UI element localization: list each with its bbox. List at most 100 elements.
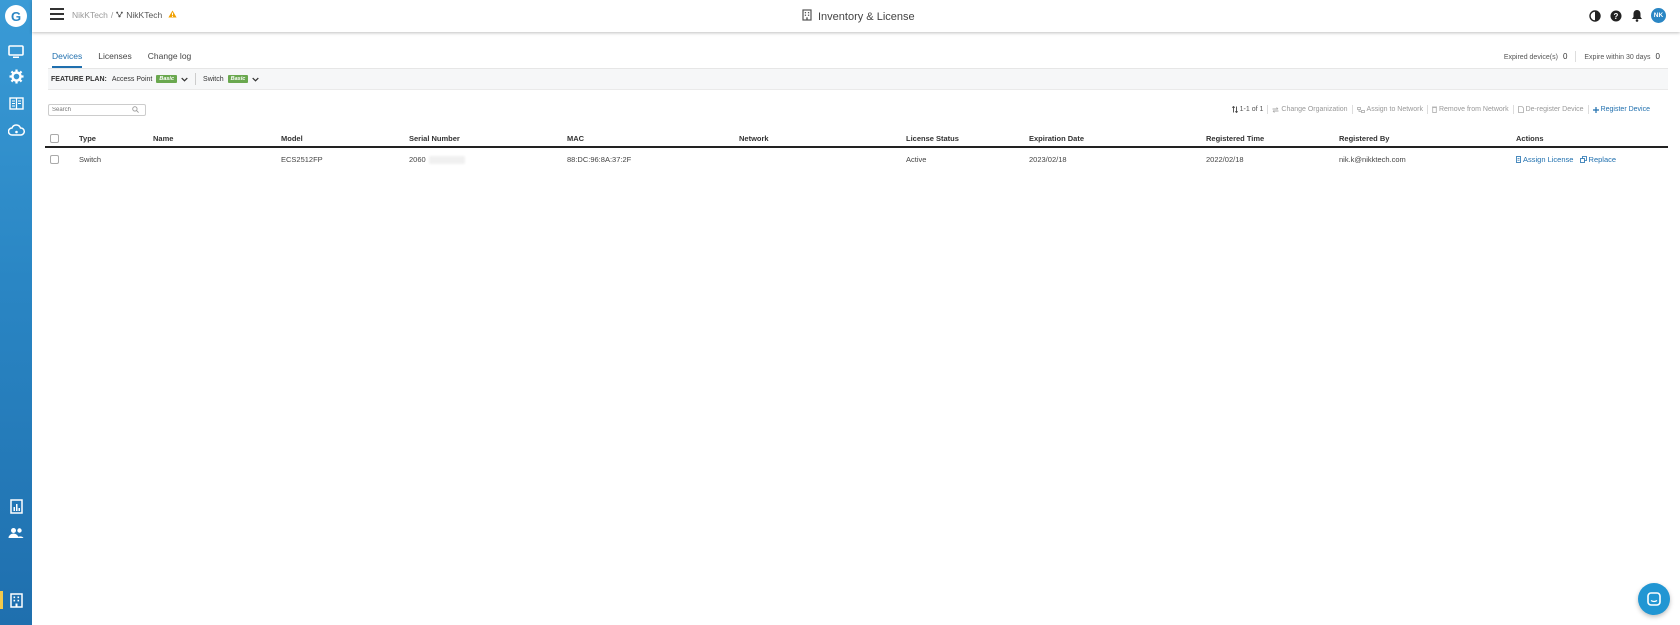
cell-actions: Assign License Replace xyxy=(1516,147,1668,171)
access-point-plan-badge: Basic xyxy=(156,75,178,83)
tab-licenses[interactable]: Licenses xyxy=(98,51,132,68)
sort-icon xyxy=(1231,106,1238,113)
logo-letter: G xyxy=(10,8,22,24)
expiry-summary: Expired device(s) 0 Expire within 30 days… xyxy=(1504,51,1660,62)
column-header-license-status[interactable]: License Status xyxy=(906,130,1029,147)
top-bar: NikKTech / NikKTech Inventory & License … xyxy=(32,0,1680,32)
theme-toggle-icon[interactable] xyxy=(1588,9,1601,22)
expire-within-label: Expire within 30 days xyxy=(1584,54,1651,61)
avatar[interactable]: NK xyxy=(1651,8,1666,23)
remove-from-network-button[interactable]: Remove from Network xyxy=(1428,106,1513,113)
brand-logo[interactable]: G xyxy=(5,5,27,27)
serial-text: 2060 xyxy=(409,154,426,164)
document-icon xyxy=(1517,106,1524,113)
trash-icon xyxy=(1431,106,1437,113)
search-icon[interactable] xyxy=(132,105,139,115)
cell-license-status: Active xyxy=(906,155,927,164)
column-header-name[interactable]: Name xyxy=(153,130,281,147)
redacted-mask xyxy=(428,156,465,164)
access-point-label: Access Point xyxy=(111,75,153,83)
table-row[interactable]: Switch ECS2512FP 2060 88:DC:96:8A:37:2F … xyxy=(45,147,1668,171)
active-indicator xyxy=(0,591,3,609)
replace-link[interactable]: Replace xyxy=(1579,154,1617,164)
remove-from-network-label: Remove from Network xyxy=(1438,106,1509,113)
plus-icon xyxy=(1592,106,1599,113)
assign-license-label: Assign License xyxy=(1523,154,1574,164)
report-icon[interactable] xyxy=(6,496,26,516)
search-input[interactable] xyxy=(52,107,132,113)
column-header-registered-by[interactable]: Registered By xyxy=(1339,130,1516,147)
cell-model: ECS2512FP xyxy=(281,155,323,164)
menu-icon[interactable] xyxy=(50,8,64,20)
cell-mac: 88:DC:96:8A:37:2F xyxy=(567,155,632,164)
devices-table: Type Name Model Serial Number MAC Networ… xyxy=(45,130,1668,171)
register-device-label: Register Device xyxy=(1600,106,1650,113)
breadcrumb-site[interactable]: NikKTech xyxy=(126,10,162,20)
breadcrumb-separator: / xyxy=(110,10,114,20)
cell-registered-time: 2022/02/18 xyxy=(1206,155,1244,164)
deregister-device-button[interactable]: De-register Device xyxy=(1514,106,1588,113)
site-icon xyxy=(116,10,124,20)
replace-icon xyxy=(1579,155,1587,163)
chat-button[interactable] xyxy=(1638,583,1670,615)
chevron-down-icon[interactable] xyxy=(181,77,188,82)
table-toolbar: 1-1 of 1 Change Organization Assign to N… xyxy=(1228,105,1654,114)
help-icon[interactable]: ? xyxy=(1609,9,1622,22)
tab-devices[interactable]: Devices xyxy=(52,51,83,68)
column-header-network[interactable]: Network xyxy=(739,130,906,147)
page-title: Inventory & License xyxy=(802,9,915,24)
expire-within-count[interactable]: 0 xyxy=(1656,52,1660,61)
license-icon xyxy=(1516,155,1521,163)
breadcrumb: NikKTech / NikKTech xyxy=(72,10,177,20)
register-device-button[interactable]: Register Device xyxy=(1589,106,1654,113)
chat-icon xyxy=(1647,592,1661,606)
assign-to-network-label: Assign to Network xyxy=(1366,106,1423,113)
site-wide-icon[interactable] xyxy=(6,93,26,113)
sort-count[interactable]: 1-1 of 1 xyxy=(1228,106,1268,113)
svg-text:?: ? xyxy=(1613,12,1618,21)
sidebar: G xyxy=(0,0,32,625)
feature-plan-bar: FEATURE PLAN: Access Point Basic Switch … xyxy=(48,69,1668,90)
select-all-checkbox[interactable] xyxy=(50,133,59,143)
assign-to-network-button[interactable]: Assign to Network xyxy=(1353,106,1427,113)
swap-icon xyxy=(1272,106,1279,113)
feature-plan-label: FEATURE PLAN: xyxy=(51,75,107,83)
cloud-icon[interactable] xyxy=(6,120,26,140)
users-icon[interactable] xyxy=(6,523,26,543)
gear-icon[interactable] xyxy=(6,66,26,86)
search-box xyxy=(48,104,146,116)
replace-label: Replace xyxy=(1588,154,1617,164)
column-header-model[interactable]: Model xyxy=(281,130,409,147)
column-header-actions: Actions xyxy=(1516,133,1544,143)
building-icon xyxy=(802,9,812,24)
cell-expiration-date: 2023/02/18 xyxy=(1029,155,1067,164)
column-header-expiration-date[interactable]: Expiration Date xyxy=(1029,130,1206,147)
cell-serial-number: 2060 xyxy=(409,147,567,171)
tab-bar: Devices Licenses Change log xyxy=(52,51,191,68)
expired-count[interactable]: 0 xyxy=(1563,52,1567,61)
deregister-device-label: De-register Device xyxy=(1525,106,1584,113)
breadcrumb-org[interactable]: NikKTech xyxy=(72,10,108,20)
tab-change-log[interactable]: Change log xyxy=(148,51,191,68)
chevron-down-icon[interactable] xyxy=(252,77,260,82)
monitor-icon[interactable] xyxy=(6,42,26,62)
switch-label: Switch xyxy=(203,75,224,83)
warning-icon[interactable] xyxy=(168,10,177,20)
assign-license-link[interactable]: Assign License xyxy=(1516,155,1573,164)
inventory-icon[interactable] xyxy=(6,590,26,610)
column-header-mac[interactable]: MAC xyxy=(567,130,739,147)
column-header-registered-time[interactable]: Registered Time xyxy=(1206,130,1339,147)
network-icon xyxy=(1356,106,1365,113)
cell-network xyxy=(739,147,906,171)
table-header-row: Type Name Model Serial Number MAC Networ… xyxy=(45,130,1668,147)
bell-icon[interactable] xyxy=(1630,9,1643,22)
page-title-text: Inventory & License xyxy=(818,10,915,23)
column-header-type[interactable]: Type xyxy=(79,130,153,147)
change-organization-button[interactable]: Change Organization xyxy=(1268,106,1351,113)
pagination-count: 1-1 of 1 xyxy=(1239,106,1264,113)
column-header-serial-number[interactable]: Serial Number xyxy=(409,130,567,147)
cell-registered-by: nik.k@nikktech.com xyxy=(1339,155,1406,164)
expired-label: Expired device(s) xyxy=(1503,54,1558,61)
row-checkbox[interactable] xyxy=(50,155,59,165)
cell-type: Switch xyxy=(79,155,102,164)
